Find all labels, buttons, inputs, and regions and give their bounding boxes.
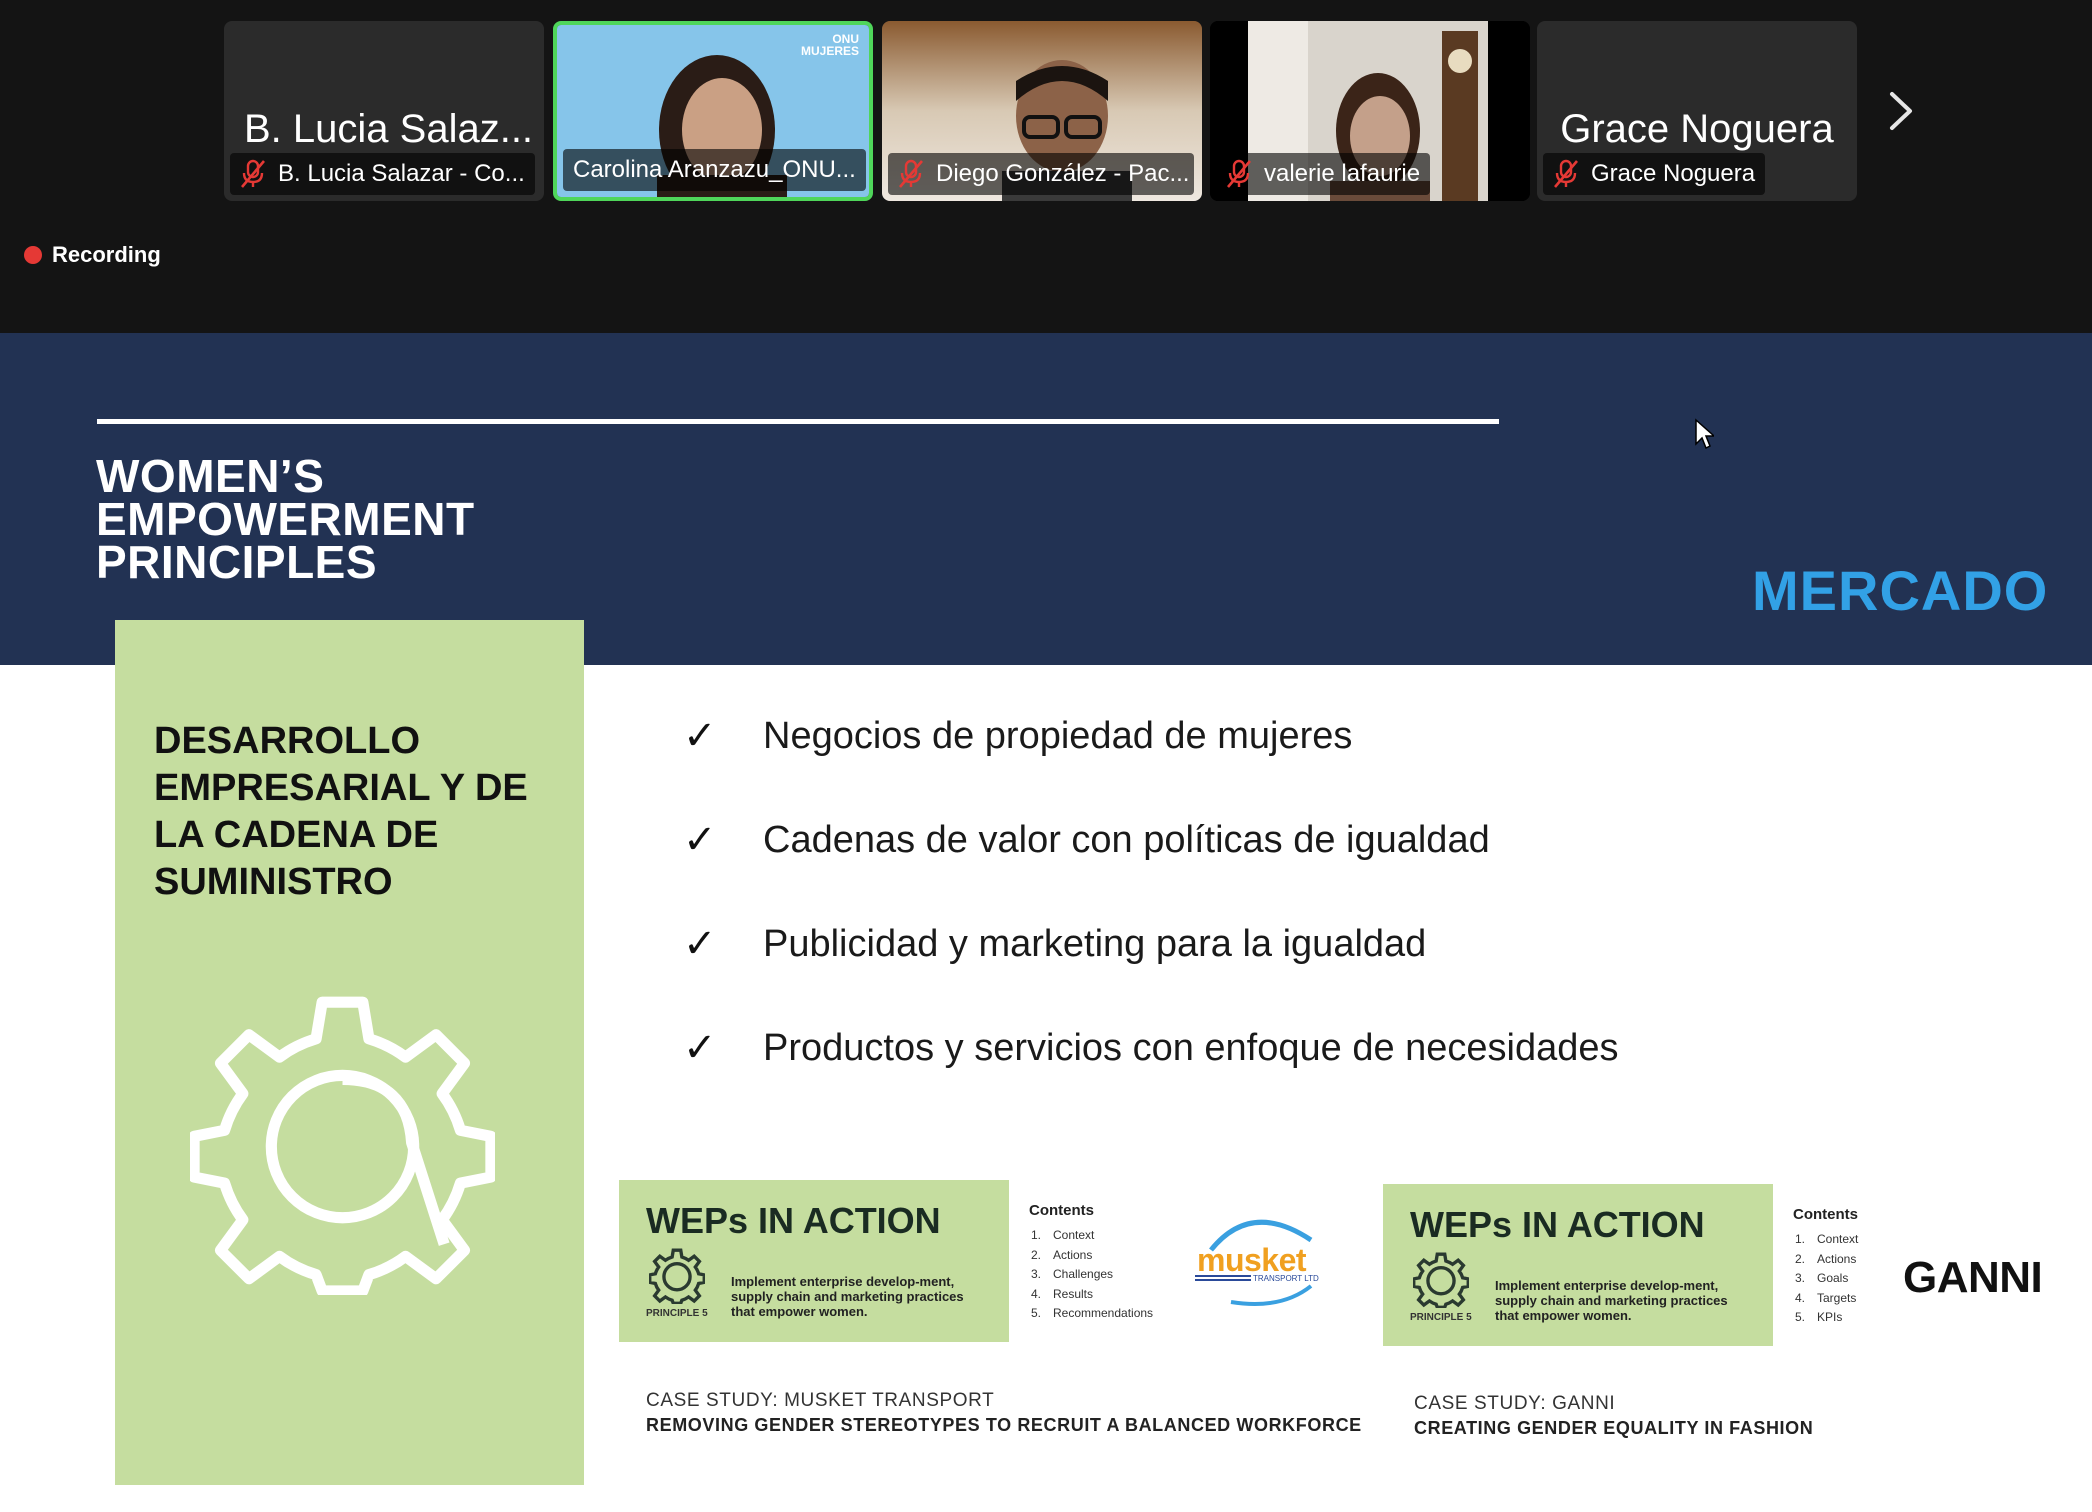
participant-strip: B. Lucia Salaz... B. Lucia Salazar - Co.…	[0, 0, 2092, 333]
case-study-caption: CASE STUDY: GANNI CREATING GENDER EQUALI…	[1414, 1393, 1813, 1439]
contents-list: 1. Context 2. Actions 3. Challenges 4. Resul…	[1031, 1226, 1153, 1324]
bullet-text: Publicidad y marketing para la igualdad	[763, 922, 1427, 965]
principle-title-line: SUMINISTRO	[154, 861, 393, 903]
principle-title-line: DESARROLLO	[154, 720, 420, 762]
case-study-card-musket: WEPs IN ACTION PRINCIPLE 5 Implement ent…	[619, 1180, 1330, 1342]
checkmark-icon: ✓	[683, 714, 717, 758]
musket-logo-sub: TRANSPORT LTD	[1253, 1274, 1319, 1283]
principle-number: PRINCIPLE 5	[1410, 1312, 1472, 1323]
case-study-subtitle: CREATING GENDER EQUALITY IN FASHION	[1414, 1418, 1814, 1438]
contents-title: Contents	[1793, 1206, 1858, 1223]
participant-tile-active[interactable]: ONU MUJERES Carolina Aranzazu_ONU...	[553, 21, 873, 201]
card-title: WEPs IN ACTION	[1410, 1204, 1705, 1245]
principle-title: DESARROLLO EMPRESARIAL Y DE LA CADENA DE…	[154, 718, 528, 906]
recording-indicator[interactable]: Recording	[24, 242, 161, 268]
case-study-label: CASE STUDY: GANNI	[1414, 1393, 1616, 1414]
list-item: ✓ Cadenas de valor con políticas de igua…	[683, 817, 1490, 863]
contents-item: 5. Recommendations	[1031, 1306, 1154, 1320]
card-description: Implement enterprise develop-ment, suppl…	[1495, 1278, 1728, 1323]
title-line: WOMEN’S	[96, 450, 325, 502]
case-study-card-ganni: WEPs IN ACTION PRINCIPLE 5 Implement ent…	[1383, 1184, 1923, 1346]
un-women-watermark: ONU MUJERES	[800, 32, 859, 58]
contents-item: 2. Actions	[1031, 1247, 1093, 1262]
participant-label-text: valerie lafaurie	[1264, 160, 1421, 187]
participant-label: B. Lucia Salazar - Co...	[230, 153, 535, 195]
recording-dot-icon	[24, 246, 42, 264]
mic-muted-icon	[1553, 159, 1579, 189]
card-title: WEPs IN ACTION	[646, 1200, 941, 1241]
weps-logo-title: WOMEN’S EMPOWERMENT PRINCIPLES	[96, 450, 475, 588]
participant-label: valerie lafaurie	[1216, 153, 1431, 195]
header-rule	[97, 419, 1499, 424]
principle-panel: DESARROLLO EMPRESARIAL Y DE LA CADENA DE…	[115, 620, 584, 1485]
participant-label-text: B. Lucia Salazar - Co...	[278, 160, 525, 187]
gear-icon	[190, 996, 495, 1295]
section-tag: MERCADO	[1752, 559, 2049, 622]
contents-item: 5. KPIs	[1795, 1310, 1843, 1324]
participant-label-text: Diego González - Pac...	[936, 160, 1190, 187]
gear-icon	[649, 1248, 705, 1304]
contents-box: Contents 1. Context 2. Actions 3. Goals 4. T…	[1773, 1184, 1923, 1346]
list-item: ✓ Productos y servicios con enfoque de n…	[683, 1025, 1619, 1071]
participant-tile[interactable]: B. Lucia Salaz... B. Lucia Salazar - Co.…	[224, 21, 544, 201]
case-study-caption: CASE STUDY: MUSKET TRANSPORT REMOVING GE…	[646, 1390, 1362, 1436]
mouse-cursor-icon	[1695, 418, 1714, 450]
contents-box: Contents 1. Context 2. Actions 3. Challenge…	[1009, 1180, 1330, 1342]
bullet-text: Productos y servicios con enfoque de nec…	[763, 1026, 1619, 1069]
case-study-label: CASE STUDY: MUSKET TRANSPORT	[646, 1390, 995, 1411]
participant-label: Diego González - Pac...	[888, 153, 1194, 195]
musket-logo: musket TRANSPORT LTD	[1191, 1210, 1330, 1320]
mic-muted-icon	[240, 159, 266, 189]
participant-label: Grace Noguera	[1543, 153, 1766, 195]
participant-label: Carolina Aranzazu_ONU...	[563, 149, 866, 191]
checkmark-icon: ✓	[683, 1026, 717, 1070]
title-line: PRINCIPLES	[96, 536, 378, 588]
contents-item: 3. Goals	[1795, 1271, 1849, 1285]
shared-slide: WOMEN’S EMPOWERMENT PRINCIPLES MERCADO D…	[0, 333, 2092, 1512]
participant-label-text: Grace Noguera	[1591, 160, 1756, 187]
participant-name: B. Lucia Salaz...	[244, 107, 534, 151]
contents-item: 4. Results	[1031, 1286, 1094, 1301]
ganni-logo: GANNI	[1903, 1253, 2043, 1302]
mic-muted-icon	[898, 159, 924, 189]
recording-label: Recording	[52, 242, 161, 267]
contents-title: Contents	[1029, 1202, 1094, 1219]
participant-label-text: Carolina Aranzazu_ONU...	[573, 156, 856, 183]
contents-item: 3. Challenges	[1031, 1267, 1114, 1281]
participant-name: Grace Noguera	[1560, 107, 1834, 151]
case-study-subtitle: REMOVING GENDER STEREOTYPES TO RECRUIT A…	[646, 1415, 1362, 1435]
gear-icon	[1413, 1252, 1469, 1308]
principle-title-line: EMPRESARIAL Y DE	[154, 767, 528, 809]
contents-item: 1. Context	[1795, 1232, 1859, 1246]
mic-muted-icon	[1226, 159, 1252, 189]
contents-item: 1. Context	[1031, 1228, 1095, 1242]
checkmark-icon: ✓	[683, 818, 717, 862]
principle-title-line: LA CADENA DE	[154, 814, 439, 856]
card-description: Implement enterprise develop-ment, suppl…	[731, 1274, 964, 1319]
checkmark-icon: ✓	[683, 922, 717, 966]
bullet-text: Negocios de propiedad de mujeres	[763, 714, 1353, 757]
participant-tile[interactable]: Diego González - Pac...	[882, 21, 1202, 201]
principle-number: PRINCIPLE 5	[646, 1308, 708, 1319]
list-item: ✓ Publicidad y marketing para la igualda…	[683, 921, 1426, 967]
title-line: EMPOWERMENT	[96, 493, 475, 545]
contents-list: 1. Context 2. Actions 3. Goals 4. Targets 5.…	[1795, 1230, 1858, 1328]
participant-tile[interactable]: Grace Noguera Grace Noguera	[1537, 21, 1857, 201]
bullet-text: Cadenas de valor con políticas de iguald…	[763, 818, 1490, 861]
participant-tile[interactable]: valerie lafaurie	[1210, 21, 1530, 201]
chevron-right-icon[interactable]	[1886, 88, 1916, 134]
contents-item: 2. Actions	[1795, 1251, 1857, 1266]
contents-item: 4. Targets	[1795, 1290, 1857, 1305]
list-item: ✓ Negocios de propiedad de mujeres	[683, 713, 1352, 759]
